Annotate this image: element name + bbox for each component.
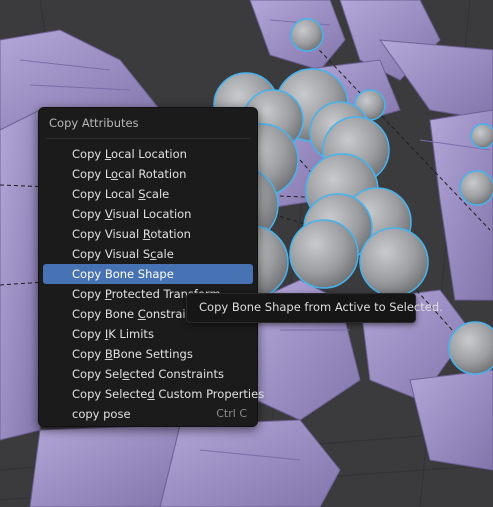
menu-item-label-start: Copy Bone Shape: [72, 267, 174, 281]
menu-item-label-start: Copy: [72, 147, 105, 161]
menu-item[interactable]: Copy Visual Rotation: [43, 224, 253, 244]
tooltip: Copy Bone Shape from Active to Selected.: [186, 293, 443, 323]
menu-item-label-start: Copy Local: [72, 187, 139, 201]
menu-item-label-end: cal Rotation: [118, 167, 187, 181]
menu-item-label-end: otation: [150, 227, 191, 241]
menu-item-hotkey-letter: B: [104, 347, 113, 361]
menu-item-list: Copy Local Location Copy Local Rotation Co…: [43, 144, 264, 424]
menu-item-label-start: copy pose: [72, 407, 131, 421]
menu-separator: [45, 138, 251, 139]
menu-item[interactable]: Copy Selected Constraints: [43, 364, 253, 384]
menu-item-label-start: Copy Sel: [72, 367, 123, 381]
menu-item[interactable]: Copy IK Limits: [43, 324, 253, 344]
menu-item-label-end: cale: [145, 187, 170, 201]
menu-item-hotkey-letter: S: [138, 187, 146, 201]
menu-item-label-end: Custom Properties: [154, 387, 265, 401]
menu-item-label-start: Copy Visual: [72, 227, 143, 241]
menu-item[interactable]: Copy Selected Custom Properties: [43, 384, 264, 404]
menu-item-label-start: Copy: [72, 347, 105, 361]
menu-item-label-start: Copy: [72, 287, 105, 301]
menu-item-label-start: Copy Selecte: [72, 387, 148, 401]
menu-item[interactable]: Copy Visual Scale: [43, 244, 253, 264]
menu-item[interactable]: Copy Bone Shape: [43, 264, 253, 284]
menu-item-label-start: Copy L: [72, 167, 112, 181]
menu-title: Copy Attributes: [49, 116, 139, 130]
menu-item[interactable]: Copy Local Rotation: [43, 164, 253, 184]
copy-attributes-menu: Copy Attributes Copy Local Location Copy …: [38, 107, 264, 427]
menu-item-label-end: K Limits: [108, 327, 154, 341]
menu-item-label-end: cted Constraints: [129, 367, 224, 381]
menu-item-label-end: ocal Location: [111, 147, 187, 161]
menu-item[interactable]: Copy Visual Location: [43, 204, 253, 224]
menu-item[interactable]: copy pose Ctrl C: [43, 404, 253, 424]
menu-item[interactable]: Copy Local Scale: [43, 184, 253, 204]
menu-item-shortcut: Ctrl C: [216, 407, 247, 420]
menu-item-label-end: isual Location: [112, 207, 192, 221]
menu-item-hotkey-letter: P: [104, 287, 112, 301]
menu-item-label-start: Copy: [72, 207, 105, 221]
menu-item-label-start: Copy: [72, 327, 105, 341]
menu-item[interactable]: Copy BBone Settings: [43, 344, 253, 364]
menu-item-label-start: Copy Bone: [72, 307, 138, 321]
menu-item-hotkey-letter: d: [147, 387, 155, 401]
tooltip-text: Copy Bone Shape from Active to Selected.: [199, 300, 443, 314]
menu-item-label-start: Copy Visual S: [72, 247, 151, 261]
menu-item-label-end: ale: [156, 247, 174, 261]
menu-item-label-end: Bone Settings: [112, 347, 193, 361]
menu-item[interactable]: Copy Local Location: [43, 144, 253, 164]
menu-item-hotkey-letter: C: [137, 307, 146, 321]
